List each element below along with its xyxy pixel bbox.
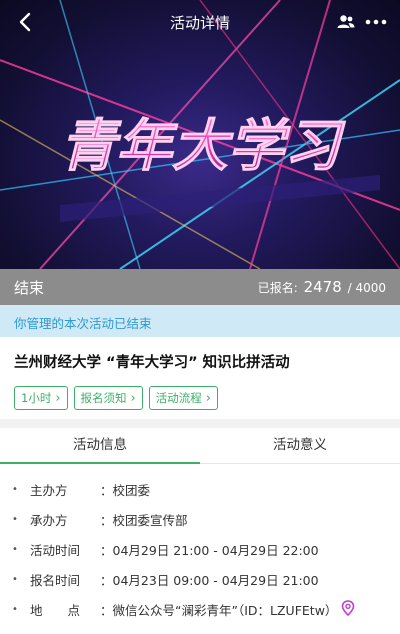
detail-separator: ： bbox=[100, 542, 113, 558]
tag-label: 1小时 bbox=[21, 391, 52, 405]
activity-status-bar: 结束 已报名: 2478 / 4000 bbox=[0, 269, 400, 305]
tag-duration[interactable]: 1小时 › bbox=[14, 386, 68, 410]
tag-registration-notes[interactable]: 报名须知 › bbox=[73, 386, 143, 410]
top-navigation-bar: 活动详情 bbox=[0, 0, 400, 44]
status-label: 结束 bbox=[14, 278, 45, 297]
map-pin-icon[interactable] bbox=[341, 599, 355, 619]
tab-activity-significance[interactable]: 活动意义 bbox=[200, 428, 400, 463]
detail-key: 报名时间 bbox=[30, 572, 81, 588]
detail-key: 活动时间 bbox=[30, 542, 81, 558]
detail-separator: ： bbox=[100, 482, 113, 498]
bullet: • bbox=[12, 513, 18, 525]
activity-tags: 1小时 › 报名须知 › 活动流程 › bbox=[14, 386, 386, 410]
detail-separator: ： bbox=[100, 602, 113, 618]
people-icon bbox=[337, 15, 355, 28]
detail-key: 承办方 bbox=[30, 512, 68, 528]
bullet: • bbox=[12, 543, 18, 555]
detail-tabs: 活动信息 活动意义 bbox=[0, 428, 400, 464]
detail-row-activity-time: • 活动时间 ： 04月29日 21:00 - 04月29日 22:00 bbox=[0, 534, 400, 564]
detail-value: 04月29日 21:00 - 04月29日 22:00 bbox=[112, 542, 319, 558]
registered-separator: / bbox=[347, 281, 352, 295]
registered-count: 2478 bbox=[303, 278, 342, 296]
detail-row-location[interactable]: • 地 点 ： 微信公众号“澜彩青年”（ID：LZUFEtw） bbox=[0, 594, 400, 624]
detail-value: 微信公众号“澜彩青年”（ID：LZUFEtw） bbox=[112, 602, 338, 618]
detail-key: 主办方 bbox=[30, 482, 68, 498]
registered-prefix: 已报名: bbox=[257, 281, 298, 295]
activity-info-card: 兰州财经大学 “青年大学习” 知识比拼活动 1小时 › 报名须知 › 活动流程 … bbox=[0, 337, 400, 419]
activity-details-list: • 主办方 ： 校团委 • 承办方 ： 校团委宣传部 • 活动时间 ： 04月2… bbox=[0, 464, 400, 634]
detail-row-host: • 承办方 ： 校团委宣传部 bbox=[0, 504, 400, 534]
chevron-right-icon: › bbox=[55, 390, 61, 406]
bullet: • bbox=[12, 573, 18, 585]
admin-notice: 你管理的本次活动已结束 bbox=[0, 305, 400, 337]
tag-label: 活动流程 bbox=[155, 391, 202, 405]
chevron-right-icon: › bbox=[130, 390, 136, 406]
activity-banner: 青年大学习 活动详情 bbox=[0, 0, 400, 269]
registration-count: 已报名: 2478 / 4000 bbox=[258, 278, 386, 296]
detail-value: 校团委 bbox=[112, 482, 151, 498]
bullet: • bbox=[12, 483, 18, 495]
more-icon bbox=[365, 19, 387, 25]
chevron-right-icon: › bbox=[205, 390, 211, 406]
banner-title-art: 青年大学习 bbox=[60, 114, 346, 179]
detail-value: 校团委宣传部 bbox=[112, 512, 188, 528]
detail-key: 地 点 bbox=[30, 602, 81, 618]
detail-row-registration-time: • 报名时间 ： 04月23日 09:00 - 04月29日 21:00 bbox=[0, 564, 400, 594]
tag-activity-process[interactable]: 活动流程 › bbox=[148, 386, 218, 410]
bullet: • bbox=[12, 603, 18, 615]
detail-separator: ： bbox=[100, 572, 113, 588]
detail-value: 04月23日 09:00 - 04月29日 21:00 bbox=[112, 572, 319, 588]
tab-activity-info[interactable]: 活动信息 bbox=[0, 428, 200, 464]
detail-row-organizer: • 主办方 ： 校团委 bbox=[0, 474, 400, 504]
tag-label: 报名须知 bbox=[80, 391, 127, 405]
participants-button[interactable] bbox=[336, 12, 356, 32]
registered-capacity: 4000 bbox=[355, 281, 386, 295]
more-button[interactable] bbox=[364, 12, 388, 32]
activity-title: 兰州财经大学 “青年大学习” 知识比拼活动 bbox=[14, 355, 290, 371]
detail-separator: ： bbox=[100, 512, 113, 528]
